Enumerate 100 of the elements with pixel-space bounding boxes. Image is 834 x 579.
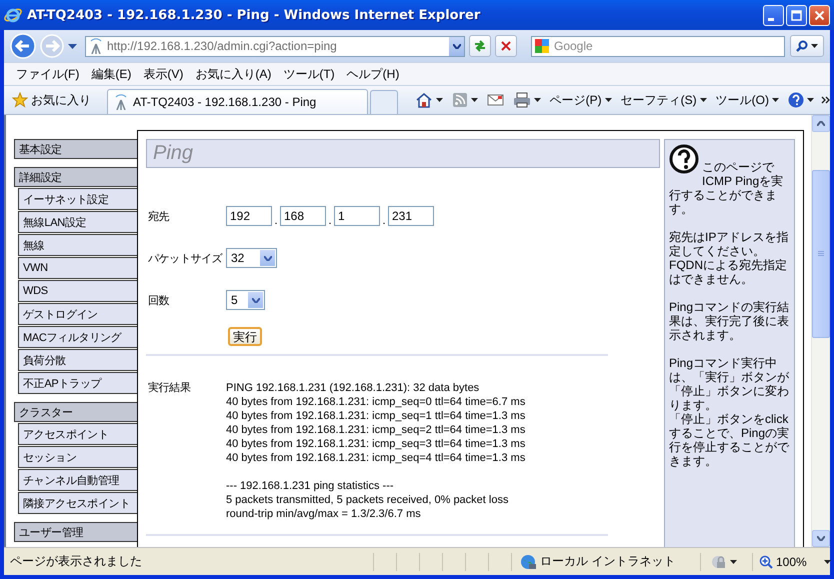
sidebar-item[interactable]: 無線LAN設定 (18, 211, 137, 233)
minimize-button[interactable] (763, 4, 784, 26)
close-icon (501, 41, 511, 51)
caret-icon[interactable] (700, 98, 707, 102)
help-button[interactable] (786, 92, 816, 108)
sidebar-item[interactable]: セッション (18, 446, 137, 468)
sidebar-item[interactable]: ゲストログイン (18, 303, 137, 325)
address-dropdown-button[interactable] (449, 36, 464, 56)
sidebar-section[interactable]: 基本設定 (14, 139, 137, 159)
output-line: 40 bytes from 192.168.1.231: icmp_seq=3 ttl=64 time=1.3 ms (226, 437, 526, 451)
chevron-icon (817, 121, 825, 126)
refresh-icon (473, 39, 487, 53)
sidebar-section[interactable]: クラスター (14, 402, 137, 422)
refresh-button[interactable] (469, 35, 491, 57)
antenna-icon (114, 94, 128, 110)
menu-item[interactable]: ファイル(F) (10, 66, 86, 82)
output-line: round-trip min/avg/max = 1.3/2.3/6.7 ms (226, 507, 422, 521)
chevrons-icon[interactable] (821, 96, 830, 104)
close-button[interactable] (809, 4, 830, 26)
scrollbar-thumb[interactable] (812, 170, 830, 338)
caret-icon[interactable] (604, 98, 612, 102)
output-line: PING 192.168.1.231 (192.168.1.231): 32 data bytes (226, 381, 480, 395)
caret-icon[interactable] (436, 98, 443, 102)
dropdown[interactable]: 32 (226, 248, 277, 268)
caret-icon[interactable] (811, 44, 818, 48)
grip-icon (818, 251, 824, 257)
menu-item[interactable]: 編集(E) (85, 66, 138, 82)
zoom-icon (759, 554, 773, 568)
minimize-icon (768, 18, 774, 20)
sidebar-item[interactable]: WDS (18, 280, 137, 302)
ip-octet-field[interactable]: 1 (334, 206, 380, 226)
browser-tab[interactable]: AT-TQ2403 - 192.168.1.230 - Ping (107, 89, 368, 114)
address-text: http://192.168.1.230/admin.cgi?action=ping (107, 39, 338, 53)
separator: . (273, 215, 279, 227)
search-provider-icon (535, 38, 549, 52)
caret-icon[interactable] (807, 98, 814, 102)
help-text: Pingコマンドの実行結果は、実行完了後に表示されます。 (669, 300, 790, 342)
back-button[interactable] (10, 33, 36, 59)
caret-icon[interactable] (470, 98, 478, 102)
search-button[interactable] (790, 35, 824, 57)
field-label: 宛先 (148, 210, 170, 224)
sidebar-item[interactable]: 隣接アクセスポイント (18, 492, 137, 514)
ip-octet-field[interactable]: 168 (280, 206, 326, 226)
output-line: 40 bytes from 192.168.1.231: icmp_seq=0 ttl=64 time=6.7 ms (226, 395, 526, 409)
menu-item[interactable]: お気に入り(A) (189, 66, 278, 82)
sidebar-item[interactable]: 負荷分散 (18, 349, 137, 371)
help-text: 宛先はIPアドレスを指定してください。FQDNによる宛先指定はできません。 (669, 230, 790, 286)
sidebar-item[interactable]: 無線 (18, 234, 137, 256)
caret-icon[interactable] (772, 98, 779, 102)
scroll-down-button[interactable] (812, 530, 830, 547)
ip-octet-field[interactable]: 231 (388, 206, 434, 226)
globe-icon (520, 554, 536, 570)
page-title: Ping (146, 139, 660, 168)
window-title: AT-TQ2403 - 192.168.1.230 - Ping - Windows Internet Explorer (27, 8, 482, 22)
output-line: 40 bytes from 192.168.1.231: icmp_seq=2 ttl=64 time=1.3 ms (226, 423, 526, 437)
menu-item[interactable]: ツール(T) (277, 66, 341, 82)
field-label: 実行結果 (148, 381, 192, 396)
output-line: --- 192.168.1.231 ping statistics --- (226, 479, 395, 493)
ip-octet-field[interactable]: 192 (226, 206, 272, 226)
home-icon (414, 92, 433, 108)
caret-icon[interactable] (730, 560, 737, 564)
sidebar-item[interactable]: アクセスポイント (18, 423, 137, 445)
sidebar-section[interactable]: 詳細設定 (14, 167, 137, 187)
help-text: 「停止」ボタンをclickすることで、Pingの実行を停止することができます。 (669, 412, 790, 468)
separator: . (327, 215, 333, 227)
mail-button[interactable] (484, 92, 506, 108)
dropdown[interactable]: 5 (226, 290, 265, 310)
menu-item[interactable]: ヘルプ(H) (340, 66, 406, 82)
sidebar-item[interactable]: VWN (18, 257, 137, 279)
command-menu[interactable]: ページ(P) (548, 92, 614, 108)
sidebar-item[interactable]: MACフィルタリング (18, 326, 137, 348)
chevron-icon (452, 44, 460, 48)
run-button[interactable]: 実行 (228, 326, 262, 346)
security-zone-text: ローカル イントラネット (540, 553, 676, 570)
output-line: 40 bytes from 192.168.1.231: icmp_seq=1 ttl=64 time=1.3 ms (226, 409, 526, 423)
help-text: このページでICMP Pingを実行することができます。 (669, 160, 784, 216)
chevron-icon (252, 298, 260, 302)
help-icon (788, 92, 804, 108)
stop-button[interactable] (495, 35, 517, 57)
status-text: ページが表示されました (9, 553, 143, 570)
caret-icon[interactable] (534, 98, 541, 102)
scroll-up-button[interactable] (812, 115, 830, 132)
sidebar-section[interactable]: ユーザー管理 (14, 522, 137, 542)
sidebar-item[interactable]: チャンネル自動管理 (18, 469, 137, 491)
help-text: Pingコマンド実行中は、「実行」ボタンが「停止」ボタンに変わります。 (669, 356, 790, 412)
sidebar-item[interactable]: イーサネット設定 (18, 188, 137, 210)
sidebar-item[interactable]: 不正APトラップ (18, 372, 137, 394)
command-menu[interactable]: セーフティ(S) (618, 92, 709, 108)
history-caret-icon[interactable] (68, 44, 77, 48)
close-icon (814, 10, 825, 20)
feed-icon (452, 92, 468, 108)
zoom-button[interactable]: 100% (752, 552, 830, 570)
maximize-icon (791, 10, 802, 20)
address-field[interactable]: http://192.168.1.230/admin.cgi?action=ping (85, 36, 465, 56)
favorites-button[interactable]: お気に入り (12, 92, 91, 108)
menu-item[interactable]: 表示(V) (137, 66, 190, 82)
command-menu[interactable]: ツール(O) (714, 92, 781, 108)
search-field[interactable]: Google (531, 36, 785, 56)
caret-icon[interactable] (824, 560, 831, 564)
maximize-button[interactable] (786, 4, 807, 26)
